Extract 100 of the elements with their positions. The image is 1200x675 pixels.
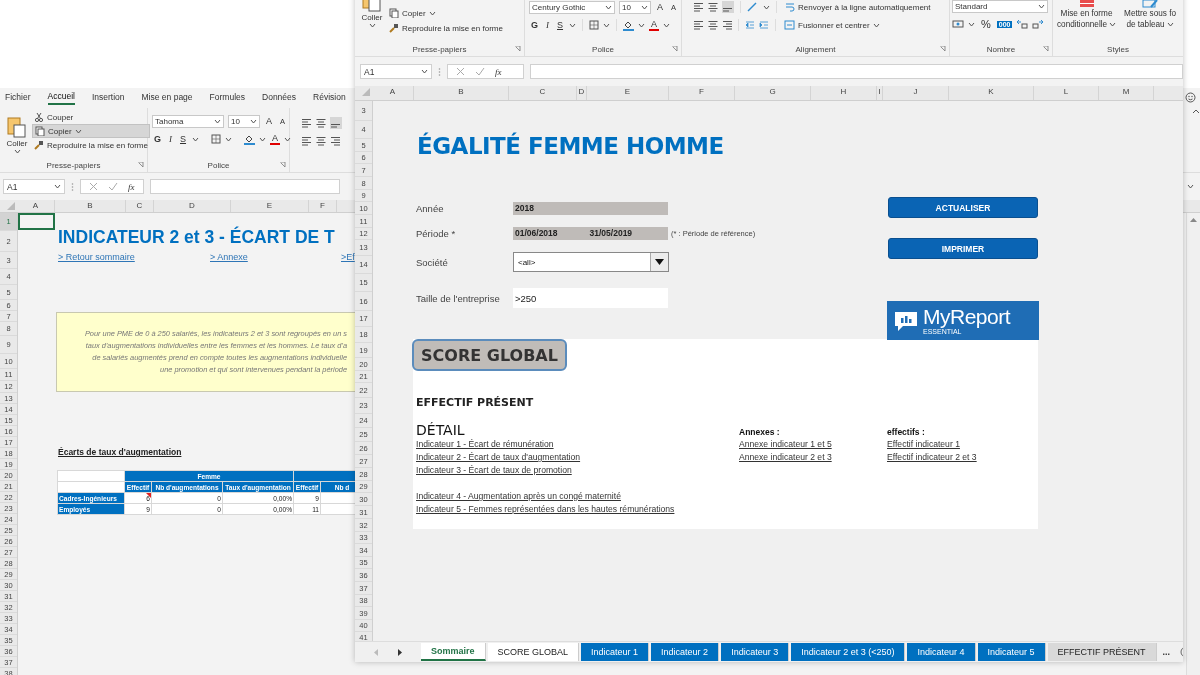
caret-icon[interactable]: [638, 22, 646, 28]
name-box[interactable]: A1: [360, 64, 432, 79]
caret-icon[interactable]: [225, 136, 233, 142]
name-box[interactable]: A1: [3, 179, 65, 194]
caret-icon[interactable]: [74, 128, 82, 134]
caret-icon[interactable]: [214, 118, 221, 124]
ribbon-tab[interactable]: Formules: [209, 90, 245, 104]
grow-font-button[interactable]: A: [655, 2, 665, 12]
ribbon-tab[interactable]: Révision: [313, 90, 346, 104]
caret-icon[interactable]: [968, 21, 975, 27]
dialog-launcher-icon[interactable]: [280, 162, 286, 168]
vertical-scrollbar[interactable]: [1186, 213, 1200, 675]
dropdown-arrow-icon[interactable]: [655, 259, 664, 265]
align-right-icon[interactable]: [330, 136, 340, 146]
caret-icon[interactable]: [428, 10, 436, 16]
caret-icon[interactable]: [641, 4, 648, 10]
caret-icon[interactable]: [284, 136, 292, 142]
link[interactable]: Effectif indicateur 2 et 3: [887, 451, 977, 464]
caret-icon[interactable]: [763, 4, 770, 10]
column-header[interactable]: D: [154, 200, 231, 212]
column-header[interactable]: F: [669, 86, 735, 100]
caret-icon[interactable]: [421, 69, 428, 74]
format-painter-button[interactable]: Reproduire la mise en forme: [387, 22, 524, 34]
caret-icon[interactable]: [1166, 22, 1174, 27]
column-header[interactable]: B: [55, 200, 126, 212]
align-middle-icon[interactable]: [708, 2, 718, 12]
italic-button[interactable]: I: [544, 20, 551, 30]
align-left-icon[interactable]: [302, 136, 312, 146]
column-header[interactable]: J: [883, 86, 949, 100]
text-orientation-icon[interactable]: [747, 2, 759, 12]
link[interactable]: Effectif indicateur 1: [887, 438, 960, 451]
link[interactable]: Indicateur 3 - Écart de taux de promotion: [416, 464, 572, 477]
sheet-tab[interactable]: Indicateur 2: [651, 643, 720, 661]
font-color-button[interactable]: A: [649, 19, 660, 31]
underline-button[interactable]: S: [178, 134, 189, 144]
column-header[interactable]: L: [1034, 86, 1099, 100]
decrease-decimal-icon[interactable]: [1032, 19, 1045, 29]
formula-field[interactable]: [149, 179, 340, 194]
collapse-ribbon-icon[interactable]: [1192, 108, 1200, 114]
action-button[interactable]: ACTUALISER: [888, 197, 1038, 218]
column-header[interactable]: B: [414, 86, 509, 100]
scroll-up-icon[interactable]: [1190, 217, 1197, 222]
ribbon-tab[interactable]: Insertion: [91, 90, 125, 104]
column-header[interactable]: H: [811, 86, 877, 100]
link[interactable]: Indicateur 4 - Augmentation après un congé maternité: [416, 490, 621, 503]
score-button[interactable]: SCORE GLOBAL: [412, 339, 567, 371]
ribbon-tab[interactable]: Mise en page: [141, 90, 193, 104]
align-right-icon[interactable]: [722, 20, 732, 30]
currency-icon[interactable]: [952, 19, 964, 29]
copy-button[interactable]: Copier: [32, 124, 150, 138]
column-header[interactable]: E: [587, 86, 669, 100]
align-center-icon[interactable]: [708, 20, 718, 30]
italic-button[interactable]: I: [167, 134, 174, 144]
insert-function-button[interactable]: fx: [128, 181, 135, 192]
font-color-button[interactable]: A: [270, 133, 281, 145]
sheet-tab[interactable]: Indicateur 4: [907, 643, 976, 661]
formula-field[interactable]: [530, 64, 1183, 79]
column-header[interactable]: C: [126, 200, 154, 212]
caret-icon[interactable]: [259, 136, 267, 142]
font-name-field[interactable]: Tahoma: [152, 114, 224, 128]
selected-cell[interactable]: [18, 213, 55, 230]
caret-icon[interactable]: [13, 149, 21, 154]
column-header[interactable]: A: [17, 200, 55, 212]
caret-icon[interactable]: [192, 136, 200, 142]
align-center-icon[interactable]: [316, 136, 326, 146]
insert-function-button[interactable]: fx: [495, 66, 502, 77]
column-header[interactable]: G: [735, 86, 811, 100]
font-size-field[interactable]: 10: [228, 114, 260, 128]
action-button[interactable]: IMPRIMER: [888, 238, 1038, 259]
more-tabs-button[interactable]: ...: [1162, 647, 1171, 657]
sheet-tab[interactable]: SCORE GLOBAL: [487, 643, 580, 661]
percent-button[interactable]: %: [979, 18, 993, 30]
caret-icon[interactable]: [1109, 22, 1117, 27]
sheet-tab[interactable]: Indicateur 5: [977, 643, 1046, 661]
ribbon-tab[interactable]: Accueil: [47, 89, 75, 105]
cut-button[interactable]: Couper: [32, 111, 150, 123]
caret-icon[interactable]: [368, 23, 376, 28]
dialog-launcher-icon[interactable]: [515, 46, 521, 52]
caret-icon[interactable]: [54, 184, 61, 189]
caret-icon[interactable]: [603, 22, 611, 28]
link[interactable]: > Retour sommaire: [58, 251, 210, 263]
sheet-tab[interactable]: Indicateur 3: [721, 643, 790, 661]
format-painter-button[interactable]: Reproduire la mise en forme: [32, 139, 150, 151]
sheet-tab[interactable]: EFFECTIF PRÉSENT: [1047, 643, 1157, 661]
link[interactable]: >Ef: [341, 251, 355, 263]
align-top-icon[interactable]: [302, 118, 312, 128]
dialog-launcher-icon[interactable]: [138, 162, 144, 168]
sheet-tab[interactable]: Indicateur 2 et 3 (<250): [791, 643, 906, 661]
caret-icon[interactable]: [1038, 4, 1045, 9]
column-header[interactable]: I: [877, 86, 883, 100]
decrease-indent-icon[interactable]: [745, 20, 755, 30]
column-header[interactable]: F: [309, 200, 337, 212]
link[interactable]: Indicateur 5 - Femmes représentées dans les hautes rémunérations: [416, 503, 675, 516]
caret-icon[interactable]: [605, 4, 612, 10]
paste-button[interactable]: Coller: [355, 0, 387, 28]
underline-button[interactable]: S: [555, 20, 566, 30]
bold-button[interactable]: G: [529, 20, 540, 30]
column-header[interactable]: C: [509, 86, 577, 100]
wrap-text-button[interactable]: Renvoyer à la ligne automatiquement: [783, 1, 933, 13]
font-size-field[interactable]: 10: [619, 0, 651, 14]
